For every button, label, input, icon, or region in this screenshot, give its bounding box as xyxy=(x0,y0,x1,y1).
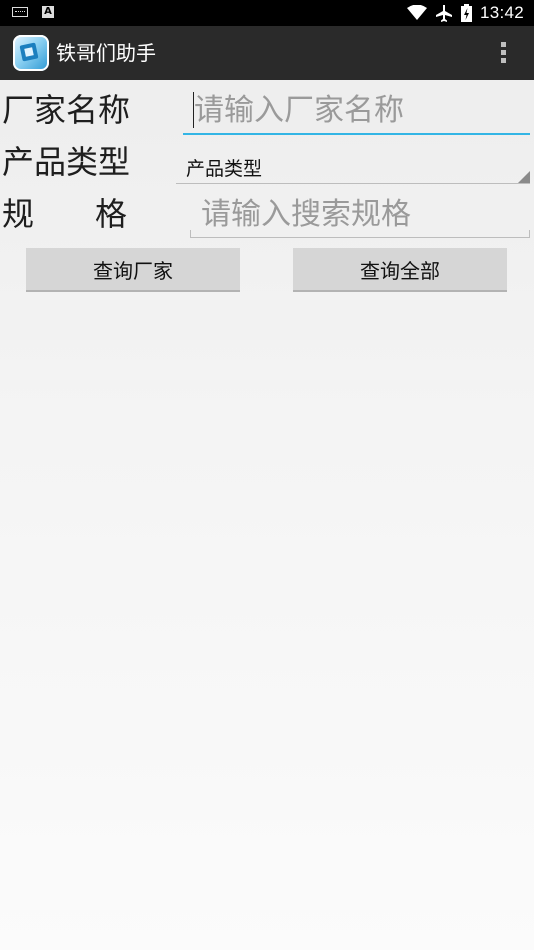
text-cursor xyxy=(193,92,194,128)
overflow-dot xyxy=(501,58,506,63)
product-type-selected: 产品类型 xyxy=(186,158,263,180)
overflow-menu-icon[interactable] xyxy=(488,38,518,68)
wifi-icon xyxy=(406,5,427,20)
airplane-icon xyxy=(435,5,452,22)
manufacturer-label: 厂家名称 xyxy=(2,91,131,129)
spinner-arrow-icon xyxy=(518,171,530,183)
product-type-spinner[interactable]: 产品类型 xyxy=(176,150,530,184)
status-bar: A 13:42 xyxy=(0,0,534,26)
overflow-dot xyxy=(501,50,506,55)
battery-icon xyxy=(460,4,472,22)
manufacturer-input[interactable] xyxy=(183,88,530,135)
input-edge-right xyxy=(529,230,530,238)
action-bar: 铁哥们助手 xyxy=(0,26,534,80)
query-manufacturer-button[interactable]: 查询厂家 xyxy=(26,248,240,292)
status-right-icons: 13:42 xyxy=(406,0,524,26)
a-notification-icon: A xyxy=(42,6,54,18)
status-left-icons: A xyxy=(12,6,54,18)
spec-input[interactable] xyxy=(190,192,530,238)
product-type-label: 产品类型 xyxy=(2,143,131,181)
spec-label: 规 格 xyxy=(2,195,128,233)
keyboard-icon xyxy=(12,7,28,17)
app-logo-icon[interactable] xyxy=(13,35,49,71)
status-time: 13:42 xyxy=(479,3,524,22)
query-all-button[interactable]: 查询全部 xyxy=(293,248,507,292)
app-title: 铁哥们助手 xyxy=(56,41,156,65)
overflow-dot xyxy=(501,42,506,47)
input-edge-left xyxy=(190,230,191,238)
